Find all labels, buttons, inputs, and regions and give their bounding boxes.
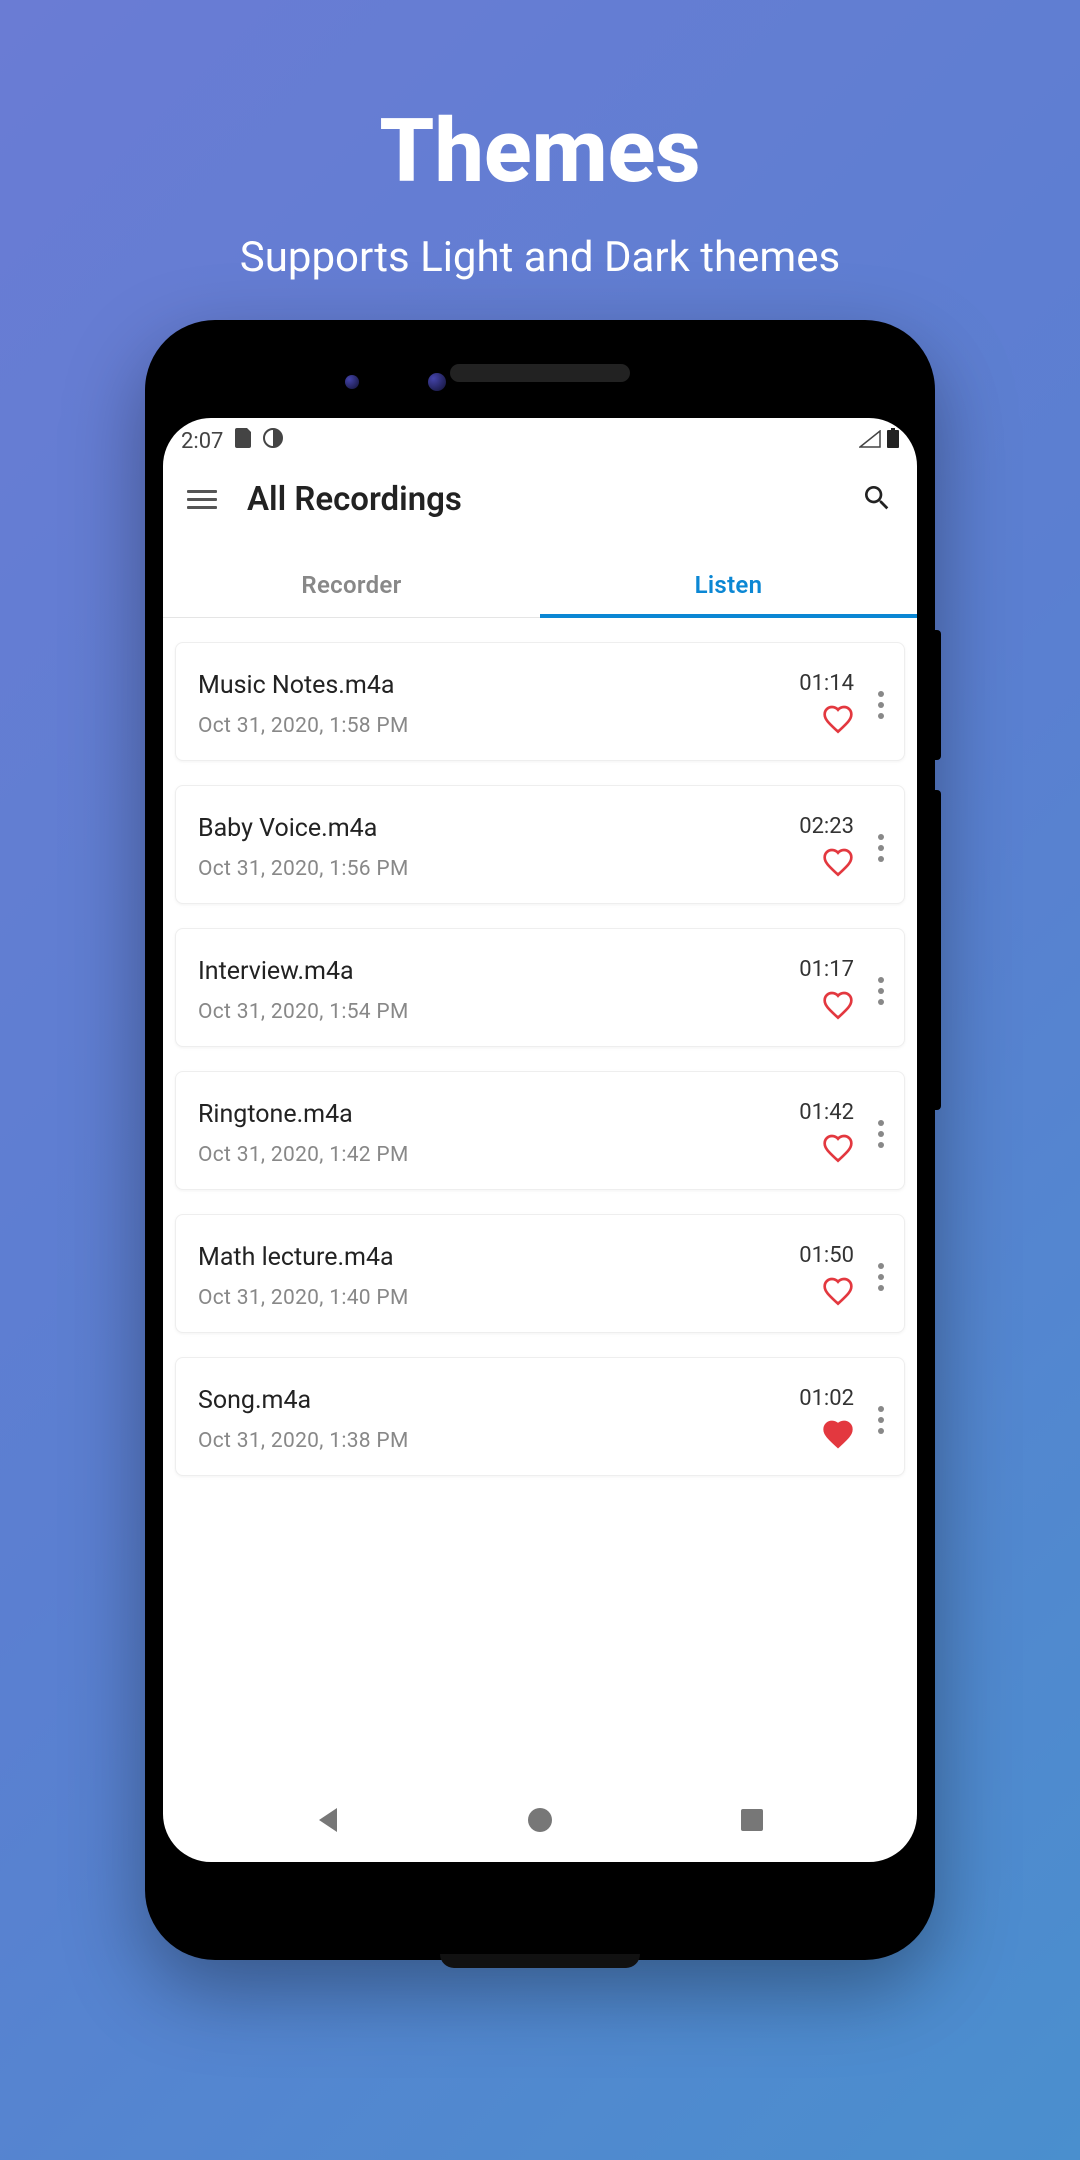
favorite-button[interactable] — [822, 990, 854, 1024]
app-status-icon — [263, 428, 283, 454]
back-button[interactable] — [315, 1806, 341, 1838]
volume-button — [934, 790, 941, 1110]
power-button — [934, 630, 941, 760]
app-screen: 2:07 All Recordings — [163, 418, 917, 1862]
front-camera — [345, 375, 359, 389]
recording-title: Song.m4a — [198, 1386, 799, 1415]
recording-title: Baby Voice.m4a — [198, 814, 799, 843]
home-button[interactable] — [526, 1806, 554, 1838]
status-bar: 2:07 — [163, 418, 917, 458]
favorite-button[interactable] — [822, 1276, 854, 1310]
favorite-button[interactable] — [822, 847, 854, 881]
more-options-button[interactable] — [874, 1400, 888, 1440]
sd-card-icon — [235, 428, 251, 454]
search-button[interactable] — [861, 482, 893, 518]
promo-subtitle: Supports Light and Dark themes — [0, 233, 1080, 282]
heart-icon — [822, 1419, 854, 1449]
signal-icon — [859, 429, 881, 454]
recording-title: Ringtone.m4a — [198, 1100, 799, 1129]
recordings-list[interactable]: Music Notes.m4a Oct 31, 2020, 1:58 PM 01… — [163, 618, 917, 1782]
recording-duration: 01:50 — [799, 1243, 854, 1268]
more-options-button[interactable] — [874, 828, 888, 868]
search-icon — [861, 482, 893, 514]
tab-bar: Recorder Listen — [163, 549, 917, 618]
recording-card[interactable]: Song.m4a Oct 31, 2020, 1:38 PM 01:02 — [175, 1357, 905, 1476]
heart-icon — [822, 847, 854, 877]
recents-button[interactable] — [739, 1807, 765, 1837]
page-title: All Recordings — [247, 480, 831, 519]
recording-duration: 01:02 — [799, 1386, 854, 1411]
menu-button[interactable] — [187, 490, 217, 509]
front-camera — [428, 373, 446, 391]
more-options-button[interactable] — [874, 1257, 888, 1297]
recording-card[interactable]: Interview.m4a Oct 31, 2020, 1:54 PM 01:1… — [175, 928, 905, 1047]
recording-duration: 01:17 — [799, 957, 854, 982]
recording-card[interactable]: Music Notes.m4a Oct 31, 2020, 1:58 PM 01… — [175, 642, 905, 761]
favorite-button[interactable] — [822, 704, 854, 738]
recording-date: Oct 31, 2020, 1:58 PM — [198, 714, 799, 738]
phone-frame: 2:07 All Recordings — [145, 320, 935, 1960]
recording-duration: 01:42 — [799, 1100, 854, 1125]
more-options-button[interactable] — [874, 685, 888, 725]
battery-icon — [887, 428, 899, 454]
recording-date: Oct 31, 2020, 1:42 PM — [198, 1143, 799, 1167]
heart-icon — [822, 1276, 854, 1306]
promo-title: Themes — [0, 0, 1080, 203]
more-options-button[interactable] — [874, 971, 888, 1011]
recording-card[interactable]: Ringtone.m4a Oct 31, 2020, 1:42 PM 01:42 — [175, 1071, 905, 1190]
tab-recorder[interactable]: Recorder — [163, 549, 540, 617]
system-nav-bar — [163, 1782, 917, 1862]
tab-listen[interactable]: Listen — [540, 549, 917, 617]
recording-title: Music Notes.m4a — [198, 671, 799, 700]
recording-date: Oct 31, 2020, 1:56 PM — [198, 857, 799, 881]
recording-duration: 01:14 — [799, 671, 854, 696]
recording-date: Oct 31, 2020, 1:40 PM — [198, 1286, 799, 1310]
recording-title: Interview.m4a — [198, 957, 799, 986]
recording-duration: 02:23 — [799, 814, 854, 839]
recording-date: Oct 31, 2020, 1:38 PM — [198, 1429, 799, 1453]
favorite-button[interactable] — [822, 1419, 854, 1453]
recording-card[interactable]: Baby Voice.m4a Oct 31, 2020, 1:56 PM 02:… — [175, 785, 905, 904]
recording-title: Math lecture.m4a — [198, 1243, 799, 1272]
more-options-button[interactable] — [874, 1114, 888, 1154]
heart-icon — [822, 1133, 854, 1163]
recording-date: Oct 31, 2020, 1:54 PM — [198, 1000, 799, 1024]
status-time: 2:07 — [181, 429, 223, 454]
heart-icon — [822, 704, 854, 734]
heart-icon — [822, 990, 854, 1020]
app-bar: All Recordings — [163, 458, 917, 549]
favorite-button[interactable] — [822, 1133, 854, 1167]
recording-card[interactable]: Math lecture.m4a Oct 31, 2020, 1:40 PM 0… — [175, 1214, 905, 1333]
